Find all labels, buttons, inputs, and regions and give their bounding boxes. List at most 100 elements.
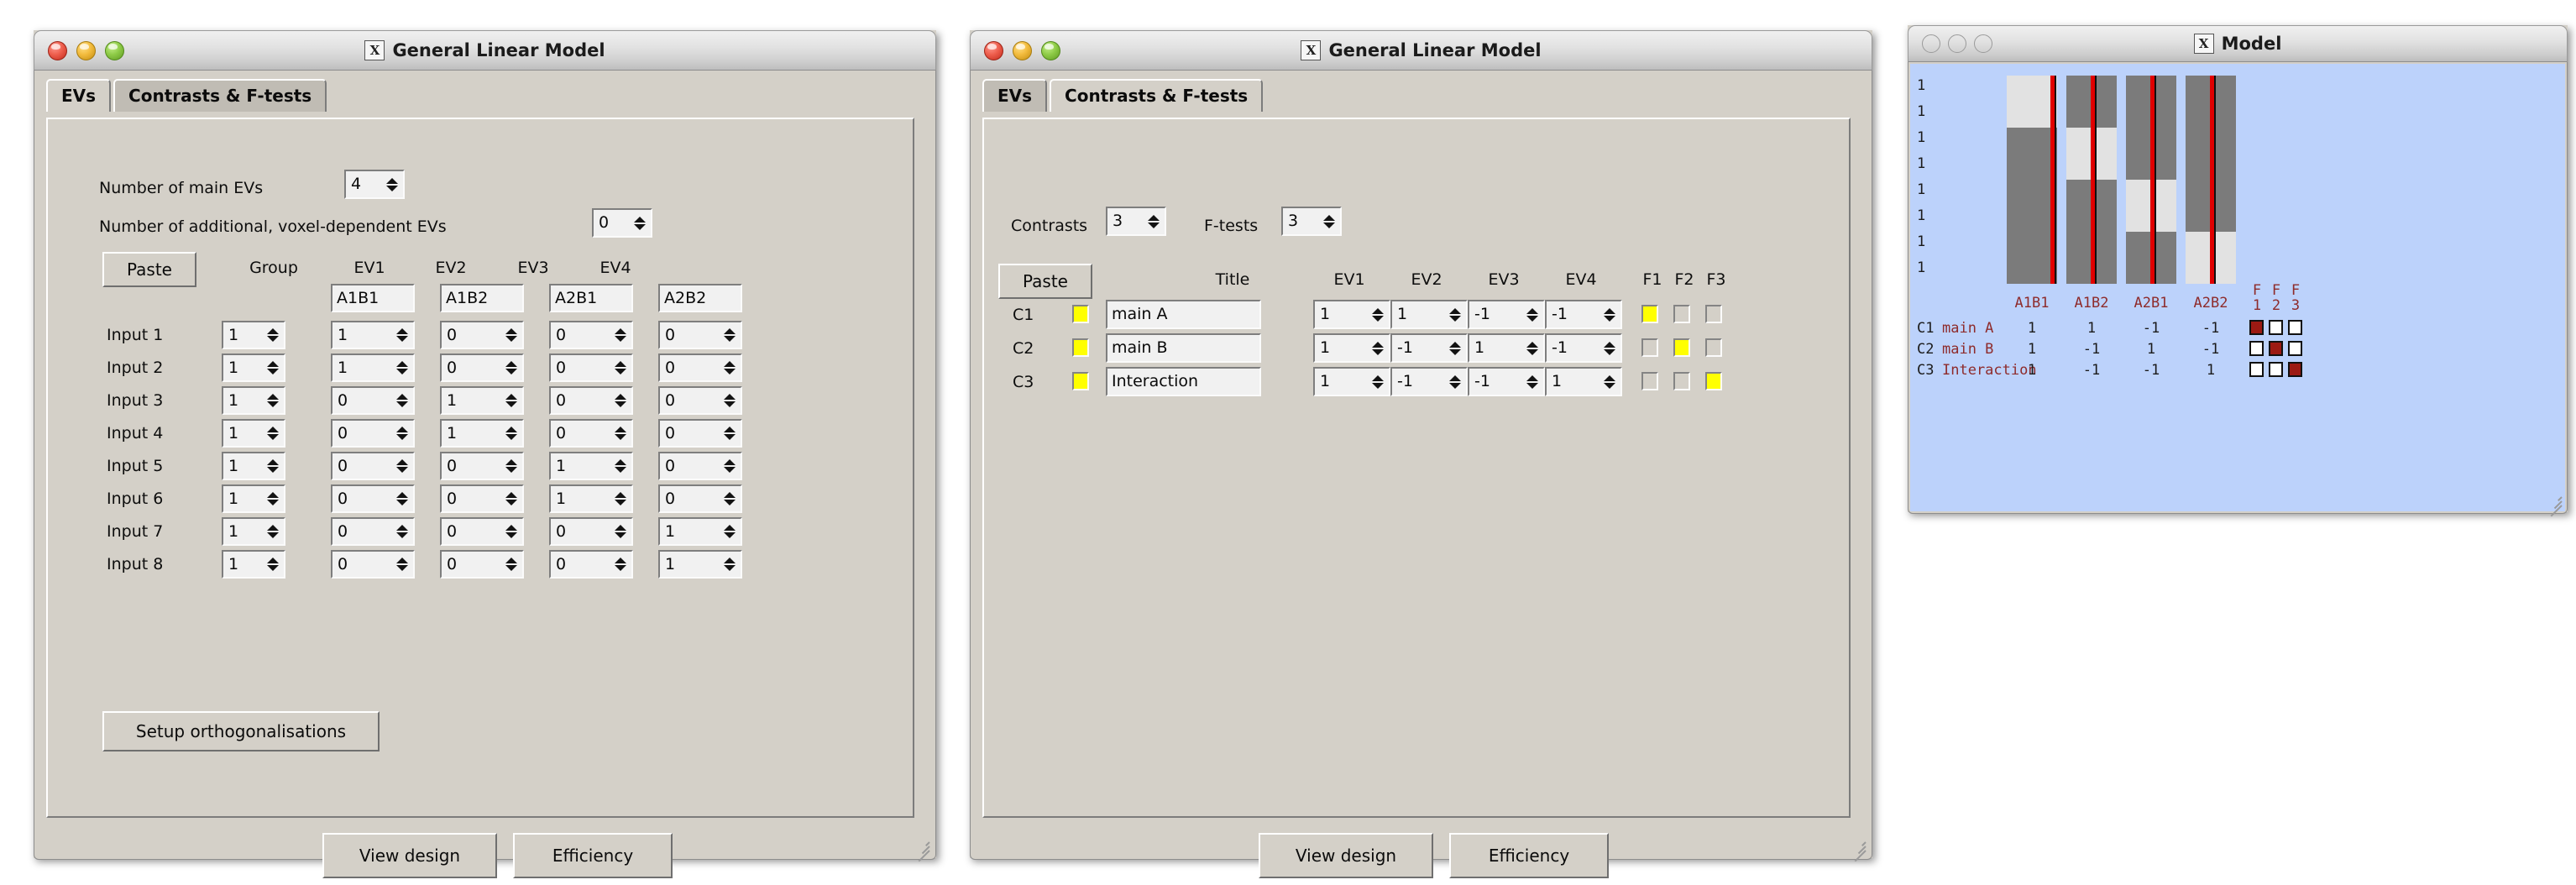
ev3-spinner-input-7-value[interactable]: 0 [551, 519, 612, 544]
ev3-spinner-input-8[interactable]: 0 [549, 550, 633, 579]
chevron-down-icon[interactable] [724, 565, 736, 571]
group-spinner-input-1-arrows[interactable] [264, 322, 284, 348]
chevron-up-icon[interactable] [1604, 375, 1615, 381]
chevron-up-icon[interactable] [1148, 215, 1160, 221]
contrast-c2-ev4-spinner-value[interactable]: -1 [1547, 335, 1601, 361]
ev3-spinner-input-1[interactable]: 0 [549, 321, 633, 349]
chevron-up-icon[interactable] [267, 459, 279, 465]
tabstrip-contrasts[interactable]: EVs Contrasts & F-tests [982, 79, 1265, 112]
ev4-spinner-input-3-value[interactable]: 0 [660, 388, 721, 413]
contrast-c2-ev1-spinner-value[interactable]: 1 [1315, 335, 1369, 361]
ev3-spinner-input-2-value[interactable]: 0 [551, 355, 612, 380]
chevron-down-icon[interactable] [1372, 383, 1384, 389]
contrast-c2-ev2-spinner-arrows[interactable] [1447, 335, 1466, 361]
group-spinner-input-6[interactable]: 1 [222, 484, 285, 513]
chevron-up-icon[interactable] [615, 459, 626, 465]
num-main-evs-spinner[interactable]: 4 [344, 170, 405, 199]
contrast-c2-ev3-spinner-value[interactable]: 1 [1469, 335, 1524, 361]
chevron-up-icon[interactable] [396, 427, 408, 432]
chevron-up-icon[interactable] [396, 525, 408, 531]
ev1-spinner-input-4[interactable]: 0 [331, 419, 415, 448]
group-spinner-input-7-arrows[interactable] [264, 519, 284, 544]
chevron-down-icon[interactable] [724, 500, 736, 505]
group-spinner-input-5[interactable]: 1 [222, 452, 285, 480]
chevron-down-icon[interactable] [505, 434, 517, 440]
contrast-c3-ev2-spinner-arrows[interactable] [1447, 369, 1466, 395]
contrast-title-field-c2[interactable]: main B [1106, 333, 1261, 363]
chevron-down-icon[interactable] [724, 434, 736, 440]
ev3-spinner-input-6[interactable]: 1 [549, 484, 633, 513]
maximize-dot[interactable] [1974, 34, 1992, 53]
chevron-down-icon[interactable] [267, 369, 279, 374]
group-spinner-input-1-value[interactable]: 1 [223, 322, 264, 348]
ev4-spinner-input-5[interactable]: 0 [658, 452, 742, 480]
general-linear-model-evs-window[interactable]: X General Linear Model EVs Contrasts & F… [34, 30, 936, 858]
ftest-checkbox-c1-f1[interactable] [1641, 305, 1658, 323]
ev3-spinner-input-4-arrows[interactable] [612, 421, 631, 446]
resize-grip-contrasts[interactable] [1849, 836, 1867, 855]
num-main-evs-value[interactable]: 4 [346, 171, 384, 197]
chevron-down-icon[interactable] [724, 401, 736, 407]
chevron-up-icon[interactable] [505, 427, 517, 432]
ev4-spinner-input-4-value[interactable]: 0 [660, 421, 721, 446]
contrast-c2-ev4-spinner[interactable]: -1 [1545, 333, 1622, 363]
chevron-up-icon[interactable] [267, 328, 279, 334]
ev2-spinner-input-2-value[interactable]: 0 [442, 355, 503, 380]
num-additional-evs-arrows[interactable] [631, 210, 651, 236]
chevron-up-icon[interactable] [267, 525, 279, 531]
ev4-spinner-input-2[interactable]: 0 [658, 353, 742, 382]
chevron-up-icon[interactable] [615, 492, 626, 498]
ev4-spinner-input-6[interactable]: 0 [658, 484, 742, 513]
maximize-dot[interactable] [105, 41, 124, 60]
model-window[interactable]: X Model 11111111 A1B1A1B2A2B1A2B2 FFF123… [1908, 25, 2568, 512]
chevron-down-icon[interactable] [1148, 223, 1160, 228]
ev2-spinner-input-4[interactable]: 1 [440, 419, 524, 448]
contrast-c2-ev1-spinner-arrows[interactable] [1369, 335, 1389, 361]
ev4-spinner-input-3[interactable]: 0 [658, 386, 742, 415]
chevron-up-icon[interactable] [724, 427, 736, 432]
chevron-up-icon[interactable] [505, 361, 517, 367]
ftest-checkbox-c1-f2[interactable] [1673, 305, 1690, 323]
contrast-c1-ev1-spinner-value[interactable]: 1 [1315, 301, 1369, 327]
ev2-spinner-input-6[interactable]: 0 [440, 484, 524, 513]
ev1-spinner-input-6-arrows[interactable] [394, 486, 413, 511]
ev4-spinner-input-1[interactable]: 0 [658, 321, 742, 349]
ev3-spinner-input-1-arrows[interactable] [612, 322, 631, 348]
contrast-c2-ev2-spinner[interactable]: -1 [1390, 333, 1468, 363]
contrast-c2-ev4-spinner-arrows[interactable] [1601, 335, 1620, 361]
group-spinner-input-7-value[interactable]: 1 [223, 519, 264, 544]
ev3-spinner-input-4-value[interactable]: 0 [551, 421, 612, 446]
close-dot[interactable] [48, 41, 67, 60]
ev1-spinner-input-1-value[interactable]: 1 [332, 322, 394, 348]
ev1-name-field[interactable]: A1B1 [331, 284, 415, 312]
contrast-c3-ev3-spinner[interactable]: -1 [1468, 367, 1545, 396]
window-controls-model[interactable] [1908, 34, 1992, 53]
ev3-spinner-input-7[interactable]: 0 [549, 517, 633, 546]
ev3-spinner-input-5[interactable]: 1 [549, 452, 633, 480]
ev3-spinner-input-6-value[interactable]: 1 [551, 486, 612, 511]
chevron-down-icon[interactable] [1604, 349, 1615, 355]
chevron-down-icon[interactable] [724, 369, 736, 374]
group-spinner-input-8-arrows[interactable] [264, 552, 284, 577]
chevron-down-icon[interactable] [396, 565, 408, 571]
contrast-c1-ev3-spinner-arrows[interactable] [1524, 301, 1543, 327]
chevron-down-icon[interactable] [615, 565, 626, 571]
chevron-up-icon[interactable] [615, 427, 626, 432]
titlebar-model[interactable]: X Model [1908, 25, 2568, 62]
contrast-c1-ev2-spinner-arrows[interactable] [1447, 301, 1466, 327]
ev3-spinner-input-8-value[interactable]: 0 [551, 552, 612, 577]
chevron-up-icon[interactable] [505, 328, 517, 334]
ev2-spinner-input-3-arrows[interactable] [503, 388, 522, 413]
contrast-c3-ev3-spinner-arrows[interactable] [1524, 369, 1543, 395]
contrast-c3-ev4-spinner[interactable]: 1 [1545, 367, 1622, 396]
ev2-name-field[interactable]: A1B2 [440, 284, 524, 312]
contrasts-count-arrows[interactable] [1145, 208, 1165, 234]
contrast-c1-ev4-spinner-arrows[interactable] [1601, 301, 1620, 327]
contrast-c2-ev2-spinner-value[interactable]: -1 [1392, 335, 1447, 361]
chevron-down-icon[interactable] [396, 336, 408, 342]
chevron-up-icon[interactable] [724, 328, 736, 334]
efficiency-button-contrasts[interactable]: Efficiency [1449, 833, 1609, 878]
close-dot[interactable] [1922, 34, 1940, 53]
chevron-down-icon[interactable] [1604, 383, 1615, 389]
contrast-c1-ev3-spinner-value[interactable]: -1 [1469, 301, 1524, 327]
